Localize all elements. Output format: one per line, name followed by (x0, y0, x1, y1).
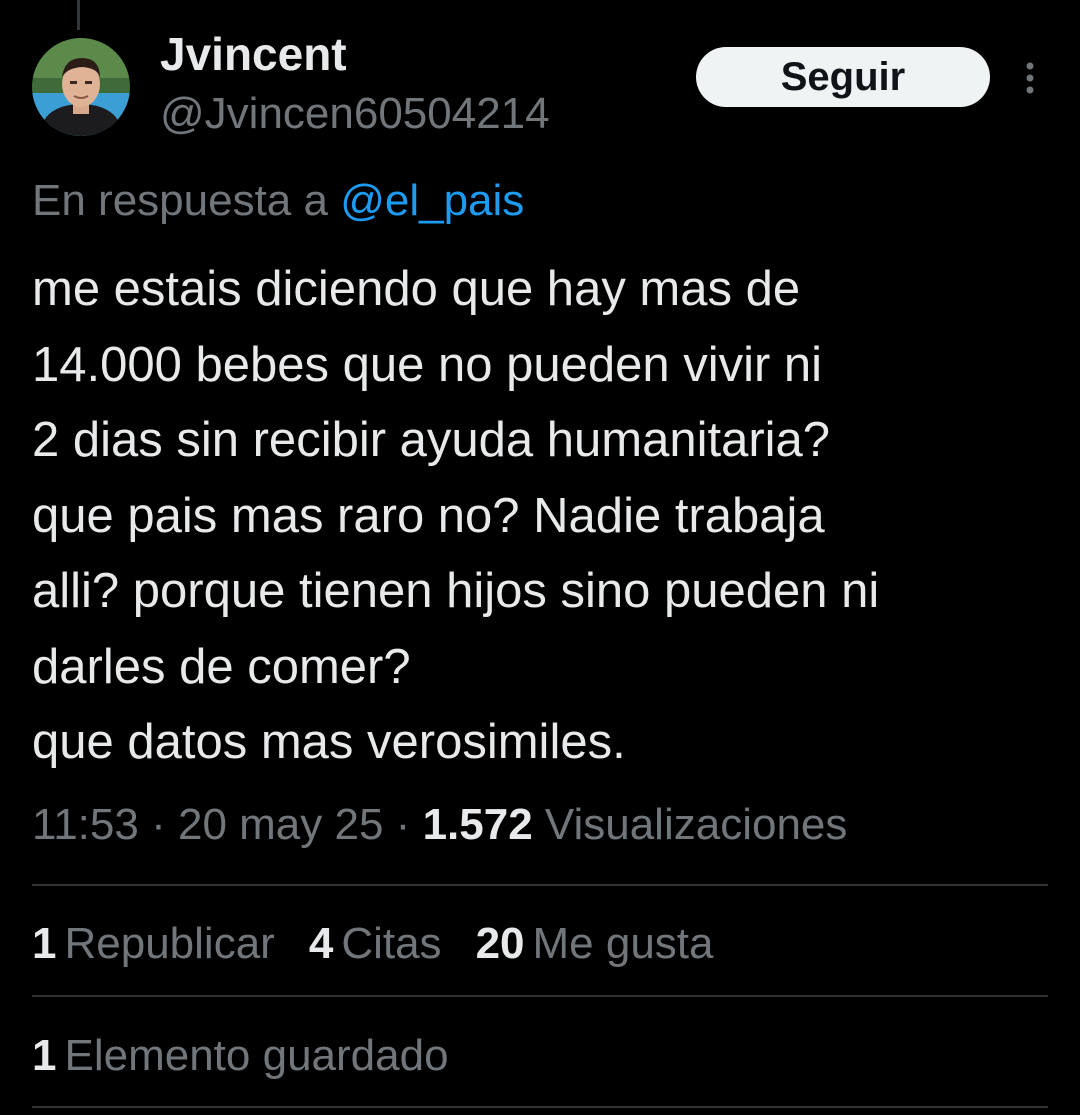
divider (32, 884, 1048, 886)
author-avatar[interactable] (32, 38, 130, 136)
follow-button[interactable]: Seguir (696, 47, 990, 107)
tweet-text-line: que datos mas verosimiles. (32, 715, 626, 769)
tweet-text-line: darles de comer? (32, 639, 411, 694)
quotes-count: 4 (308, 919, 334, 968)
divider (32, 995, 1048, 997)
likes-count: 20 (475, 919, 525, 968)
tweet-text: me estais diciendo que hay mas de 14.000… (32, 252, 1062, 781)
divider (32, 1106, 1048, 1108)
author-display-name[interactable]: Jvincent (160, 26, 347, 82)
more-vertical-icon (1026, 62, 1034, 94)
bookmarks-count: 1 (32, 1031, 57, 1080)
thread-connector-line (77, 0, 80, 30)
quotes-label: Citas (341, 919, 442, 968)
tweet-date[interactable]: 20 may 25 (178, 800, 383, 849)
more-options-button[interactable] (1012, 56, 1048, 100)
tweet-time[interactable]: 11:53 (32, 800, 139, 849)
reposts-stat[interactable]: 1 Republicar (32, 914, 275, 974)
tweet-text-line: me estais diciendo que hay mas de (32, 262, 801, 316)
author-handle[interactable]: @Jvincen60504214 (160, 86, 550, 142)
likes-stat[interactable]: 20 Me gusta (476, 914, 714, 974)
reposts-label: Republicar (64, 919, 275, 968)
quotes-stat[interactable]: 4 Citas (309, 914, 442, 974)
reply-context: En respuesta a @el_pais (32, 172, 524, 230)
tweet-text-line: alli? porque tienen hijos sino pueden ni (32, 564, 880, 618)
tweet-text-line: 14.000 bebes que no pueden vivir ni (32, 337, 823, 392)
meta-separator: · (151, 800, 166, 849)
reply-context-prefix: En respuesta a (32, 176, 328, 225)
bookmarks-label: Elemento guardado (64, 1031, 449, 1080)
reposts-count: 1 (32, 919, 57, 968)
engagement-stats: 1 Republicar 4 Citas 20 Me gusta (32, 914, 748, 974)
meta-separator: · (395, 800, 411, 849)
views-count: 1.572 (422, 800, 533, 849)
reply-mention-link[interactable]: @el_pais (340, 176, 524, 225)
likes-label: Me gusta (532, 919, 714, 968)
tweet-meta: 11:53 · 20 may 25 · 1.572 Visualizacione… (32, 796, 847, 854)
avatar-photo-icon (32, 38, 130, 136)
tweet-text-line: que pais mas raro no? Nadie trabaja (32, 488, 825, 543)
bookmarks-stat[interactable]: 1 Elemento guardado (32, 1026, 449, 1086)
views-label: Visualizaciones (544, 800, 848, 849)
tweet-text-line: 2 dias sin recibir ayuda humanitaria? (32, 413, 831, 467)
